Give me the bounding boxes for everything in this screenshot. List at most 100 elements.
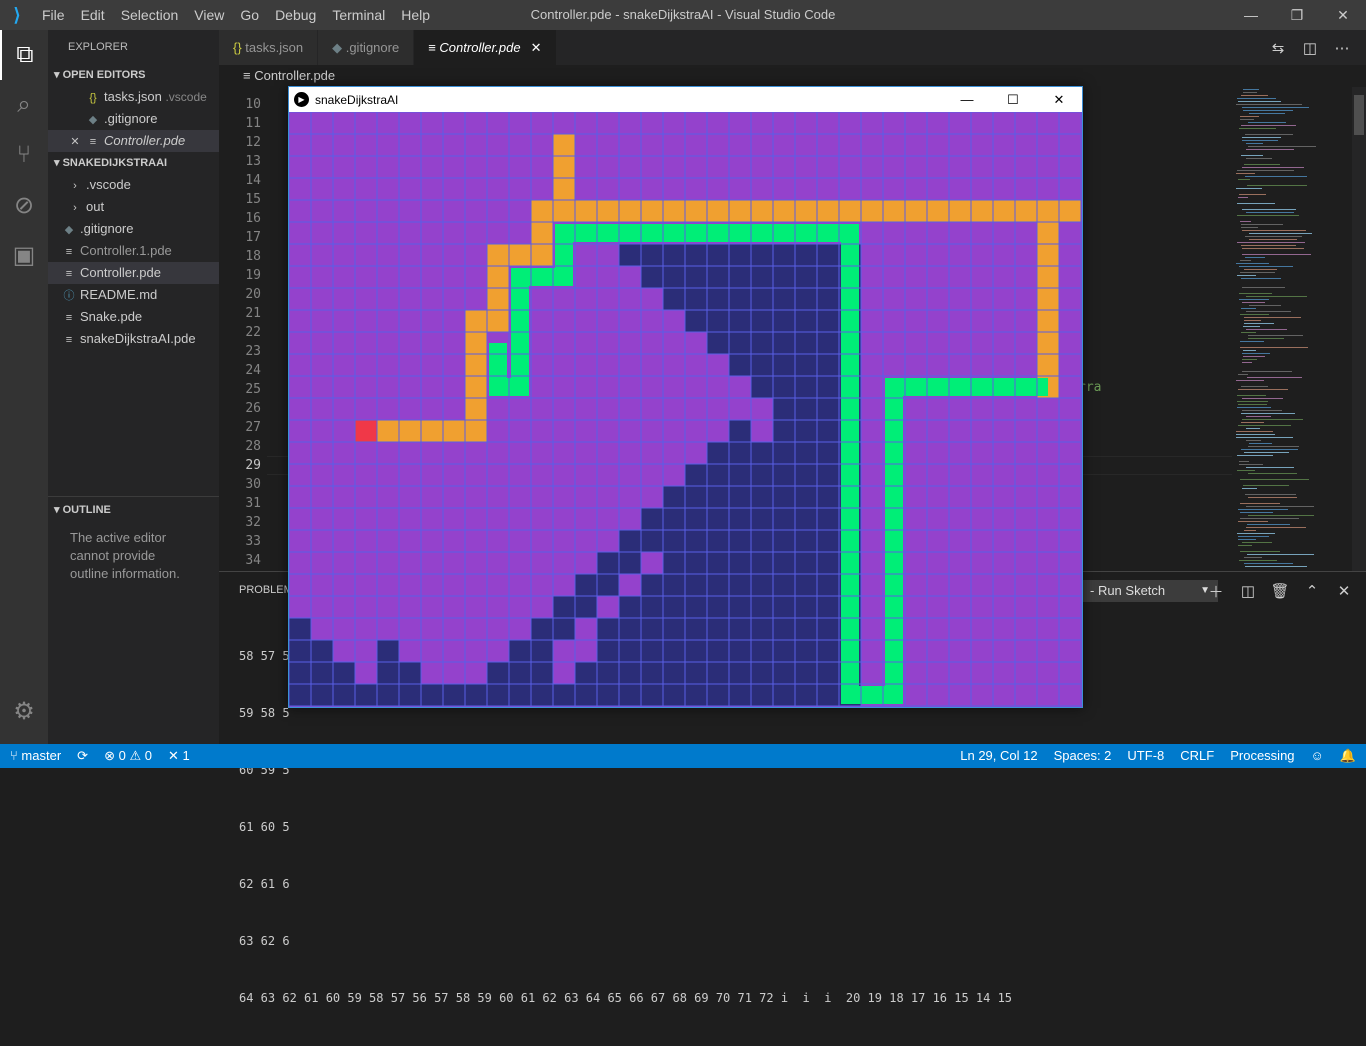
minimap-line xyxy=(1239,461,1249,462)
split-editor-icon[interactable]: ◫ xyxy=(1294,30,1326,65)
close-icon[interactable]: ✕ xyxy=(1320,0,1366,30)
line-ending[interactable]: CRLF xyxy=(1180,744,1214,768)
bell-icon[interactable]: 🔔 xyxy=(1340,744,1356,768)
tab-gitignore[interactable]: ◆ .gitignore xyxy=(318,30,415,65)
language-mode[interactable]: Processing xyxy=(1230,744,1294,768)
visited-cell xyxy=(663,288,685,310)
open-editor-item[interactable]: ◆ .gitignore xyxy=(48,108,219,130)
outline-section[interactable]: ▾ OUTLINE xyxy=(48,499,219,521)
minimap-line xyxy=(1243,92,1257,93)
cursor-position[interactable]: Ln 29, Col 12 xyxy=(960,744,1037,768)
visited-cell xyxy=(641,244,663,266)
encoding[interactable]: UTF-8 xyxy=(1127,744,1164,768)
path-cell xyxy=(465,310,487,332)
sketch-window[interactable]: ▶ snakeDijkstraAI — ☐ ✕ xyxy=(288,86,1083,708)
minimap-line xyxy=(1245,257,1265,258)
menu-file[interactable]: File xyxy=(34,0,73,30)
close-icon[interactable]: ✕ xyxy=(531,40,542,55)
breadcrumb[interactable]: ≡ Controller.pde xyxy=(219,65,1366,87)
file-item[interactable]: ⓘ README.md xyxy=(48,284,219,306)
gear-icon[interactable]: ⚙ xyxy=(0,686,48,736)
add-terminal-icon[interactable]: ＋ xyxy=(1200,580,1232,602)
menu-view[interactable]: View xyxy=(186,0,232,30)
open-editor-item[interactable]: {} tasks.json .vscode xyxy=(48,86,219,108)
visited-cell xyxy=(817,288,839,310)
more-icon[interactable]: ⋯ xyxy=(1326,30,1358,65)
open-editors-section[interactable]: ▾ OPEN EDITORS xyxy=(48,64,219,86)
file-item[interactable]: ≡ Controller.pde xyxy=(48,262,219,284)
visited-cell xyxy=(773,420,795,442)
scroll-thumb[interactable] xyxy=(1354,95,1364,135)
tools-status[interactable]: ✕ 1 xyxy=(168,744,190,768)
menu-selection[interactable]: Selection xyxy=(113,0,187,30)
minimap-line xyxy=(1242,371,1292,372)
search-icon[interactable]: ⌕ xyxy=(0,80,48,130)
minimap-line xyxy=(1241,125,1296,126)
snake-head xyxy=(355,420,377,442)
maximize-panel-icon[interactable]: ⌃ xyxy=(1296,580,1328,602)
menu-go[interactable]: Go xyxy=(232,0,267,30)
split-terminal-icon[interactable]: ◫ xyxy=(1232,580,1264,602)
visited-cell xyxy=(663,486,685,508)
minimap[interactable] xyxy=(1232,87,1352,571)
tab-controller-pde[interactable]: ≡ Controller.pde ✕ xyxy=(414,30,557,65)
explorer-icon[interactable]: ⧉ xyxy=(0,30,48,80)
open-editor-item[interactable]: ✕ ≡ Controller.pde xyxy=(48,130,219,152)
minimap-line xyxy=(1248,146,1316,147)
visited-cell xyxy=(707,288,729,310)
compare-icon[interactable]: ⇆ xyxy=(1262,30,1294,65)
editor-scrollbar[interactable] xyxy=(1352,87,1366,571)
folder-item[interactable]: › out xyxy=(48,196,219,218)
branch-status[interactable]: ⑂ master xyxy=(10,744,61,768)
file-item[interactable]: ≡ Snake.pde xyxy=(48,306,219,328)
visited-cell xyxy=(795,684,817,706)
close-panel-icon[interactable]: ✕ xyxy=(1328,580,1360,602)
debug-icon[interactable]: ⊘ xyxy=(0,180,48,230)
minimap-line xyxy=(1249,239,1297,240)
menu-edit[interactable]: Edit xyxy=(73,0,113,30)
task-select[interactable]: - Run Sketch ▼ xyxy=(1082,580,1218,602)
menu-terminal[interactable]: Terminal xyxy=(324,0,393,30)
line-number: 28 xyxy=(245,439,261,454)
maximize-icon[interactable]: ☐ xyxy=(990,87,1036,112)
menu-help[interactable]: Help xyxy=(393,0,438,30)
visited-cell xyxy=(685,684,707,706)
tab-tasks-json[interactable]: {} tasks.json xyxy=(219,30,319,65)
close-icon[interactable]: ✕ xyxy=(68,131,82,152)
project-section[interactable]: ▾ SNAKEDIJKSTRAAI xyxy=(48,152,219,174)
line-number: 31 xyxy=(245,496,261,511)
extensions-icon[interactable]: ▣ xyxy=(0,230,48,280)
visited-cell xyxy=(707,596,729,618)
restore-icon[interactable]: ❐ xyxy=(1274,0,1320,30)
terminal-line: 64 63 62 61 60 59 58 57 56 57 58 59 60 6… xyxy=(239,991,1013,1005)
minimize-icon[interactable]: — xyxy=(1228,0,1274,30)
minimap-line xyxy=(1237,242,1305,243)
close-icon[interactable]: ✕ xyxy=(1036,87,1082,112)
visited-cell xyxy=(729,420,751,442)
minimize-icon[interactable]: — xyxy=(944,87,990,112)
visited-cell xyxy=(619,552,641,574)
indentation[interactable]: Spaces: 2 xyxy=(1054,744,1112,768)
folder-item[interactable]: › .vscode xyxy=(48,174,219,196)
feedback-icon[interactable]: ☺ xyxy=(1311,744,1324,768)
visited-cell xyxy=(531,684,553,706)
menu-debug[interactable]: Debug xyxy=(267,0,324,30)
visited-cell xyxy=(443,684,465,706)
file-item[interactable]: ≡ Controller.1.pde xyxy=(48,240,219,262)
visited-cell xyxy=(597,618,619,640)
problems-status[interactable]: ⊗ 0 ⚠ 0 xyxy=(104,744,152,768)
minimap-line xyxy=(1239,128,1276,129)
file-item[interactable]: ≡ snakeDijkstraAI.pde xyxy=(48,328,219,350)
visited-cell xyxy=(773,486,795,508)
sync-icon[interactable]: ⟳ xyxy=(77,744,88,768)
source-control-icon[interactable]: ⑂ xyxy=(0,130,48,180)
visited-cell xyxy=(773,596,795,618)
minimap-line xyxy=(1243,356,1265,357)
sidebar: EXPLORER ▾ OPEN EDITORS {} tasks.json .vs… xyxy=(48,30,219,744)
snake-grid-canvas[interactable] xyxy=(289,112,1082,707)
trash-icon[interactable]: 🗑 xyxy=(1264,580,1296,602)
visited-cell xyxy=(663,266,685,288)
visited-cell xyxy=(817,442,839,464)
panel-actions: ＋ ◫ 🗑 ⌃ ✕ xyxy=(1200,580,1360,602)
file-item[interactable]: ◆ .gitignore xyxy=(48,218,219,240)
